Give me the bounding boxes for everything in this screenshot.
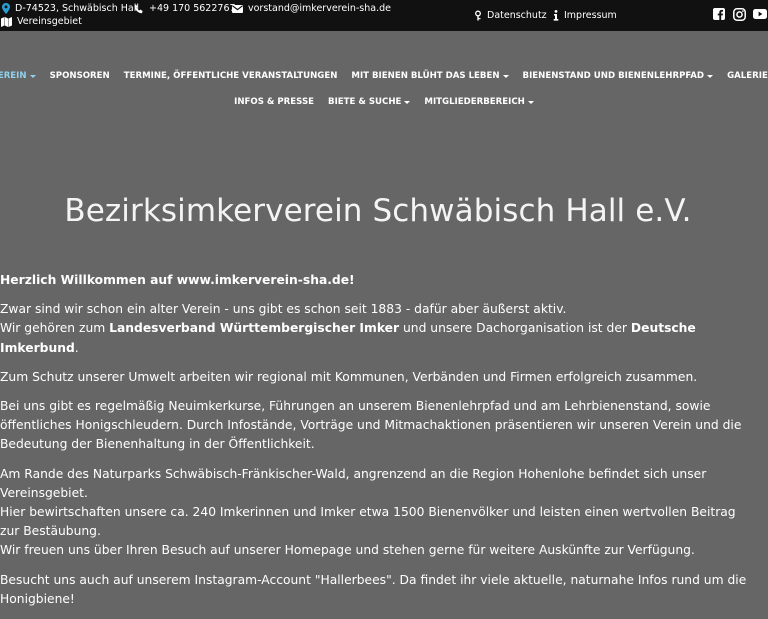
welcome-paragraph: Herzlich Willkommen auf www.imkerverein-… (0, 271, 750, 290)
region-line-1: Am Rande des Naturparks Schwäbisch-Fränk… (0, 466, 707, 500)
nav-item-label: Biete & Suche (328, 97, 402, 107)
nav-item-galerie[interactable]: Galerie (720, 71, 768, 81)
social-links (713, 8, 767, 24)
youtube-icon[interactable] (753, 8, 767, 24)
environment-paragraph: Zum Schutz unserer Umwelt arbeiten wir r… (0, 369, 698, 384)
area-link[interactable]: Vereinsgebiet (17, 16, 82, 27)
instagram-paragraph: Besucht uns auch auf unserem Instagram-A… (0, 572, 747, 606)
nav-item-label: Galerie (727, 71, 768, 81)
nav-item-mit-bienen[interactable]: Mit Bienen blüht das Leben (344, 71, 515, 81)
intro-paragraph: Zwar sind wir schon ein alter Verein - u… (0, 300, 750, 358)
chevron-down-icon (404, 100, 411, 104)
nav-item-verein[interactable]: Verein (0, 71, 43, 81)
main-content: Herzlich Willkommen auf www.imkerverein-… (0, 271, 750, 619)
nav-item-label: Termine, öffentliche Veranstaltungen (123, 71, 338, 81)
chevron-down-icon (29, 74, 36, 78)
nav-item-label: Mit Bienen blüht das Leben (351, 71, 500, 81)
nav-item-infos-presse[interactable]: Infos & Presse (227, 97, 321, 107)
page-title: Bezirksimkerverein Schwäbisch Hall e.V. (64, 192, 692, 229)
welcome-text: Herzlich Willkommen auf www.imkerverein-… (0, 273, 355, 287)
intro-text-b: und unsere Dachorganisation ist der (399, 321, 631, 336)
email-link[interactable]: vorstand@imkerverein-sha.de (248, 3, 391, 14)
chevron-down-icon (502, 74, 509, 78)
nav-item-sponsoren[interactable]: Sponsoren (43, 71, 117, 81)
region-line-3: Wir freuen uns über Ihren Besuch auf uns… (0, 543, 695, 558)
nav-item-mitgliederbereich[interactable]: Mitgliederbereich (417, 97, 540, 107)
area-item[interactable]: Vereinsgebiet (1, 16, 82, 27)
intro-text-a: Wir gehören zum (0, 321, 110, 336)
chevron-down-icon (527, 100, 534, 104)
location-pin-icon (2, 3, 10, 14)
info-icon (553, 10, 559, 21)
email-item[interactable]: vorstand@imkerverein-sha.de (232, 3, 391, 14)
address-item: D-74523, Schwäbisch Hall (2, 3, 139, 14)
top-bar: D-74523, Schwäbisch Hall +49 170 5622767… (0, 0, 768, 31)
main-nav-row-2: Infos & Presse Biete & Suche Mitgliederb… (0, 92, 768, 112)
facebook-icon[interactable] (713, 8, 725, 24)
nav-item-bienenstand[interactable]: Bienenstand und Bienenlehrpfad (516, 71, 721, 81)
phone-item[interactable]: +49 170 5622767 (134, 3, 236, 14)
privacy-item[interactable]: Datenschutz (474, 10, 547, 21)
privacy-icon (475, 10, 481, 21)
region-line-2: Hier bewirtschaften unsere ca. 240 Imker… (0, 505, 736, 539)
courses-paragraph: Bei uns gibt es regelmäßig Neuimkerkurse… (0, 399, 742, 452)
chevron-down-icon (707, 74, 714, 78)
envelope-icon (232, 4, 243, 13)
main-nav-row-1: Verein Sponsoren Termine, öffentliche Ve… (0, 66, 768, 86)
nav-item-label: Verein (0, 71, 27, 81)
imprint-item[interactable]: Impressum (553, 10, 617, 21)
address-text: D-74523, Schwäbisch Hall (15, 3, 139, 14)
imprint-link[interactable]: Impressum (564, 10, 617, 21)
nav-item-biete-suche[interactable]: Biete & Suche (321, 97, 417, 107)
privacy-link[interactable]: Datenschutz (487, 10, 547, 21)
nav-item-label: Bienenstand und Bienenlehrpfad (522, 71, 705, 81)
region-paragraph: Am Rande des Naturparks Schwäbisch-Fränk… (0, 465, 750, 561)
nav-item-label: Sponsoren (49, 71, 110, 81)
landesverband-link[interactable]: Landesverband Württembergischer Imker (109, 321, 399, 335)
phone-icon (134, 4, 143, 13)
phone-link[interactable]: +49 170 5622767 (149, 3, 236, 14)
intro-text-c: . (74, 340, 79, 355)
nav-item-label: Mitgliederbereich (424, 97, 525, 107)
map-icon (1, 16, 12, 27)
nav-item-termine[interactable]: Termine, öffentliche Veranstaltungen (117, 71, 345, 81)
intro-line-1: Zwar sind wir schon ein alter Verein - u… (0, 302, 567, 317)
instagram-icon[interactable] (733, 8, 746, 24)
nav-item-label: Infos & Presse (234, 97, 315, 107)
